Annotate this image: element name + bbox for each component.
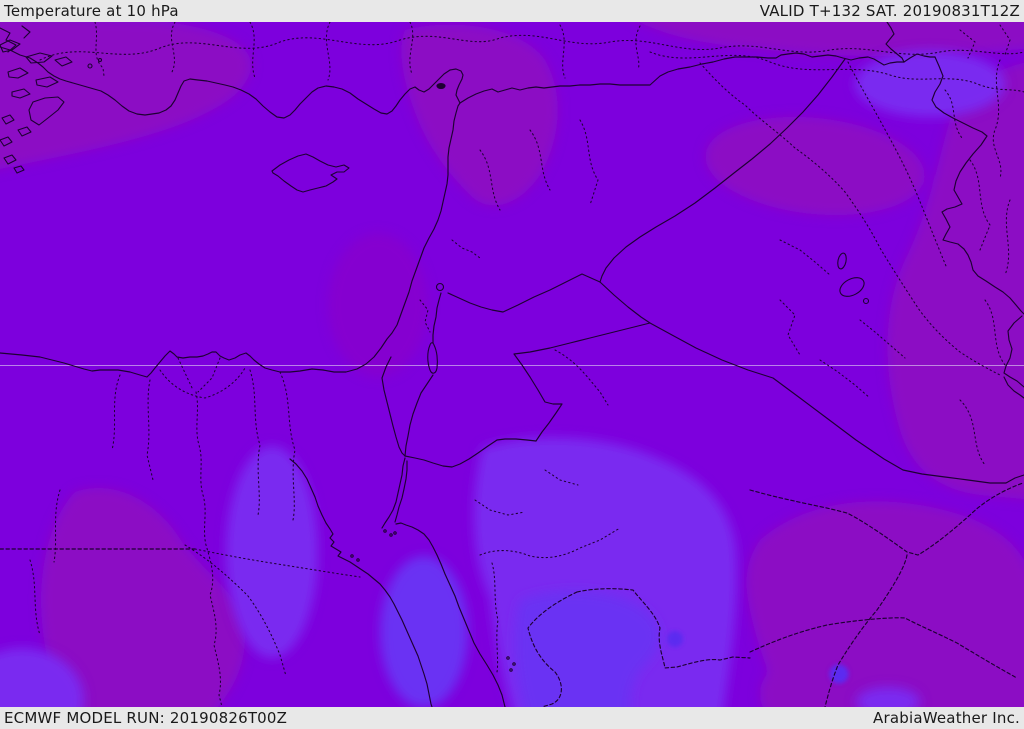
header-bar: Temperature at 10 hPa VALID T+132 SAT. 2… [0,0,1024,22]
valid-time-label: VALID T+132 SAT. 20190831T12Z [759,2,1020,20]
model-run-label: ECMWF MODEL RUN: 20190826T00Z [4,709,288,727]
credit-label: ArabiaWeather Inc. [873,709,1020,727]
map-canvas [0,22,1024,707]
weather-map [0,22,1024,707]
footer-bar: ECMWF MODEL RUN: 20190826T00Z ArabiaWeat… [0,707,1024,729]
page-title: Temperature at 10 hPa [4,2,179,20]
weather-map-window: Temperature at 10 hPa VALID T+132 SAT. 2… [0,0,1024,729]
